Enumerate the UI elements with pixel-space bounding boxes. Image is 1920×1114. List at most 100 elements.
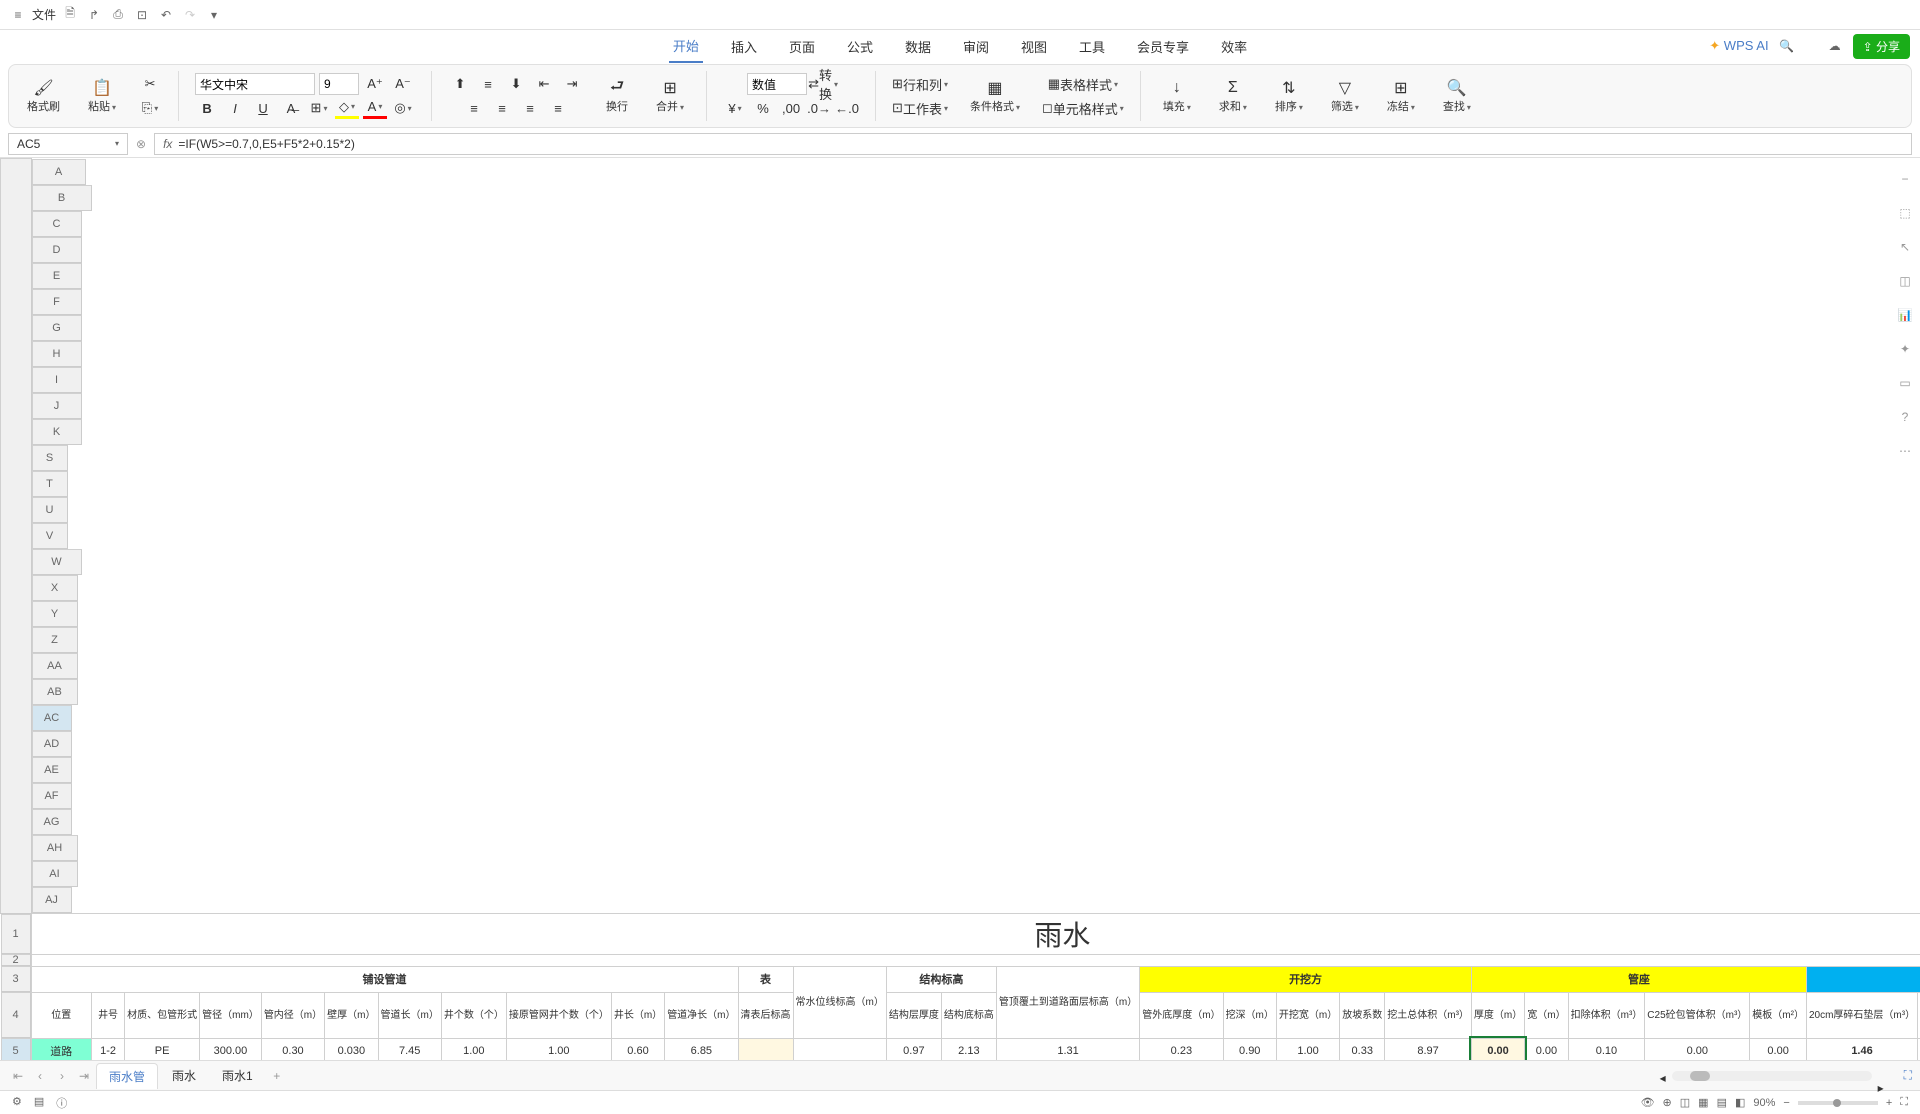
col-header[interactable]: AJ [32,887,72,913]
search-icon[interactable]: 🔍 [1777,36,1797,56]
spreadsheet-grid[interactable]: ABCDEFGHIJKSTUVWXYZAAABACADAEAFAGAHAIAJ1… [0,158,1920,1060]
worksheet-button[interactable]: ⊡ 工作表▾ [892,97,948,119]
font-name-select[interactable] [195,73,315,95]
cut-icon[interactable]: ✂ [138,73,162,95]
zoom-out-icon[interactable]: − [1783,1097,1789,1109]
tab-first-icon[interactable]: ⇤ [8,1066,28,1086]
menu-view[interactable]: 视图 [1017,31,1051,62]
side-minus-icon[interactable]: − [1894,168,1916,190]
menu-review[interactable]: 审阅 [959,31,993,62]
zoom-value[interactable]: 90% [1753,1097,1775,1109]
view-page-icon[interactable]: ▤ [1717,1096,1727,1109]
expand-sheet-icon[interactable]: ⛶ [1904,1068,1912,1083]
view-split-icon[interactable]: ◧ [1735,1096,1745,1109]
cond-format-button[interactable]: ▦ 条件格式▾ [964,76,1026,116]
decrease-font-icon[interactable]: A⁻ [391,73,415,95]
menu-tools[interactable]: 工具 [1075,31,1109,62]
formula-input[interactable]: fx=IF(W5>=0.7,0,E5+F5*2+0.15*2) [154,133,1912,155]
side-help-icon[interactable]: ? [1894,406,1916,428]
increase-indent-icon[interactable]: ⇥ [560,73,584,95]
menu-efficiency[interactable]: 效率 [1217,31,1251,62]
menu-insert[interactable]: 插入 [727,31,761,62]
view-clip-icon[interactable]: ◫ [1680,1096,1690,1109]
zoom-in-icon[interactable]: + [1886,1097,1892,1109]
cloud-icon[interactable]: ☁ [1825,36,1845,56]
fullscreen-icon[interactable]: ⛶ [1900,1096,1908,1109]
col-header[interactable]: AG [32,809,72,835]
align-right-icon[interactable]: ≡ [518,97,542,119]
decimal-inc-icon[interactable]: .0→ [807,97,831,119]
sum-button[interactable]: Σ求和▾ [1213,76,1253,116]
tab-last-icon[interactable]: ⇥ [74,1066,94,1086]
table-style-button[interactable]: ▦ 表格样式▾ [1048,73,1118,95]
sort-button[interactable]: ⇅排序▾ [1269,76,1309,116]
align-center-icon[interactable]: ≡ [490,97,514,119]
side-chart-icon[interactable]: 📊 [1894,304,1916,326]
share-button[interactable]: ⇪ 分享 [1853,34,1910,59]
status-sheet-icon[interactable]: ▤ [34,1095,44,1111]
export-icon[interactable]: ↱ [84,5,104,25]
find-button[interactable]: 🔍查找▾ [1437,76,1477,116]
convert-icon[interactable]: ⇄ 转换▾ [811,73,835,95]
file-menu[interactable]: 文件 [32,6,56,23]
menu-page[interactable]: 页面 [785,31,819,62]
justify-icon[interactable]: ≡ [546,97,570,119]
wrap-button[interactable]: ⮐ 换行 [600,76,634,116]
status-info-icon[interactable]: ⓘ [56,1095,67,1111]
undo-icon[interactable]: ↶ [156,5,176,25]
col-header[interactable]: AA [32,653,78,679]
font-size-select[interactable] [319,73,359,95]
underline-icon[interactable]: U [251,97,275,119]
col-header[interactable]: AB [32,679,78,705]
cell-style-button[interactable]: ◻ 单元格样式▾ [1042,97,1124,119]
menu-data[interactable]: 数据 [901,31,935,62]
col-header[interactable]: H [32,341,82,367]
col-header[interactable]: X [32,575,78,601]
cancel-formula-icon[interactable]: ⊗ [136,137,146,151]
bold-icon[interactable]: B [195,97,219,119]
increase-font-icon[interactable]: A⁺ [363,73,387,95]
side-cursor-icon[interactable]: ↖ [1894,236,1916,258]
decrease-indent-icon[interactable]: ⇤ [532,73,556,95]
side-style-icon[interactable]: ◫ [1894,270,1916,292]
side-tools-icon[interactable]: ✦ [1894,338,1916,360]
rows-cols-button[interactable]: ⊞ 行和列▾ [892,73,948,95]
filter-button[interactable]: ▽筛选▾ [1325,76,1365,116]
col-header[interactable]: G [32,315,82,341]
col-header[interactable]: C [32,211,82,237]
italic-icon[interactable]: I [223,97,247,119]
col-header[interactable]: E [32,263,82,289]
col-header[interactable]: T [32,471,68,497]
decimal-dec-icon[interactable]: ←.0 [835,97,859,119]
tab-next-icon[interactable]: › [52,1066,72,1086]
col-header[interactable]: AC [32,705,72,731]
cell-reference-input[interactable]: AC5▾ [8,133,128,155]
zoom-slider[interactable] [1798,1101,1878,1105]
redo-icon[interactable]: ↷ [180,5,200,25]
sheet-tab-1[interactable]: 雨水管 [96,1063,158,1089]
save-icon[interactable]: 🗎 [60,5,80,25]
percent-icon[interactable]: % [751,97,775,119]
fill-color-icon[interactable]: ◇▾ [335,97,359,119]
col-header[interactable]: B [32,185,92,211]
col-header[interactable]: J [32,393,82,419]
col-header[interactable]: A [32,159,86,185]
view-normal-icon[interactable]: ▦ [1698,1096,1708,1109]
tab-prev-icon[interactable]: ‹ [30,1066,50,1086]
col-header[interactable]: D [32,237,82,263]
align-top-icon[interactable]: ⬆ [448,73,472,95]
number-format-select[interactable] [747,73,807,95]
strikethrough-icon[interactable]: A̶ [279,97,303,119]
col-header[interactable]: AH [32,835,78,861]
col-header[interactable]: U [32,497,68,523]
col-header[interactable]: AF [32,783,72,809]
dropdown-icon[interactable]: ▾ [204,5,224,25]
format-painter-button[interactable]: 🖌 格式刷 [21,76,66,116]
add-sheet-icon[interactable]: + [267,1066,287,1086]
view-target-icon[interactable]: ⊕ [1663,1096,1672,1109]
col-header[interactable]: I [32,367,82,393]
view-eye-icon[interactable]: 👁 [1641,1096,1655,1109]
align-bottom-icon[interactable]: ⬇ [504,73,528,95]
col-header[interactable]: S [32,445,68,471]
menu-start[interactable]: 开始 [669,30,703,63]
